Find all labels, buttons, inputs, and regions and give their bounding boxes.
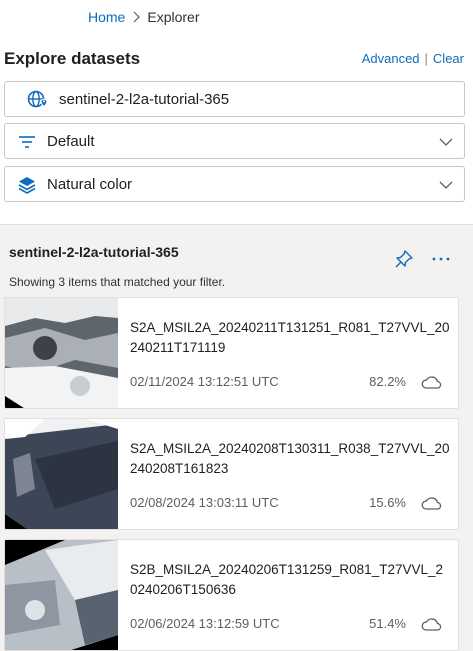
action-divider: |	[424, 51, 428, 66]
item-cloud-cover: 51.4%	[369, 616, 406, 631]
item-thumbnail	[5, 419, 118, 529]
result-card[interactable]: S2B_MSIL2A_20240206T131259_R081_T27VVL_2…	[4, 539, 459, 651]
breadcrumb-home-link[interactable]: Home	[88, 9, 125, 25]
header-actions: Advanced | Clear	[362, 51, 464, 66]
item-cloud-cover: 82.2%	[369, 374, 406, 389]
results-count: Showing 3 items that matched your filter…	[9, 275, 226, 289]
item-name: S2A_MSIL2A_20240211T131251_R081_T27VVL_2…	[130, 320, 450, 355]
chevron-down-icon	[438, 177, 454, 193]
item-date: 02/11/2024 13:12:51 UTC	[130, 374, 279, 389]
clear-link[interactable]: Clear	[433, 51, 464, 66]
item-thumbnail	[5, 540, 118, 650]
result-card[interactable]: S2A_MSIL2A_20240208T130311_R038_T27VVL_2…	[4, 418, 459, 530]
item-date: 02/06/2024 13:12:59 UTC	[130, 616, 280, 631]
dataset-selector[interactable]: sentinel-2-l2a-tutorial-365	[4, 81, 465, 117]
advanced-link[interactable]: Advanced	[362, 51, 420, 66]
globe-icon	[27, 90, 48, 110]
item-name: S2A_MSIL2A_20240208T130311_R038_T27VVL_2…	[130, 441, 450, 476]
page-title: Explore datasets	[4, 49, 141, 68]
collection-title: sentinel-2-l2a-tutorial-365	[9, 244, 179, 260]
cloud-icon	[420, 374, 444, 390]
item-date: 02/08/2024 13:03:11 UTC	[130, 495, 279, 510]
chevron-right-icon	[131, 11, 141, 23]
result-card[interactable]: S2A_MSIL2A_20240211T131251_R081_T27VVL_2…	[4, 297, 459, 409]
cloud-icon	[420, 616, 444, 632]
render-option-dropdown[interactable]: Natural color	[4, 166, 465, 202]
breadcrumb: Home Explorer	[88, 9, 200, 25]
item-thumbnail	[5, 298, 118, 408]
filter-value: Default	[47, 133, 95, 150]
layers-icon	[17, 175, 37, 195]
filter-icon	[17, 132, 37, 152]
chevron-down-icon	[438, 134, 454, 150]
dataset-value: sentinel-2-l2a-tutorial-365	[59, 91, 230, 108]
item-cloud-cover: 15.6%	[369, 495, 406, 510]
cloud-icon	[420, 495, 444, 511]
filter-dropdown[interactable]: Default	[4, 123, 465, 159]
results-panel: sentinel-2-l2a-tutorial-365 Showing 3 it…	[0, 224, 473, 651]
more-options-icon[interactable]	[430, 249, 452, 269]
render-value: Natural color	[47, 176, 133, 193]
breadcrumb-current: Explorer	[147, 9, 200, 25]
item-name: S2B_MSIL2A_20240206T131259_R081_T27VVL_2…	[130, 562, 443, 597]
pin-icon[interactable]	[394, 249, 414, 269]
